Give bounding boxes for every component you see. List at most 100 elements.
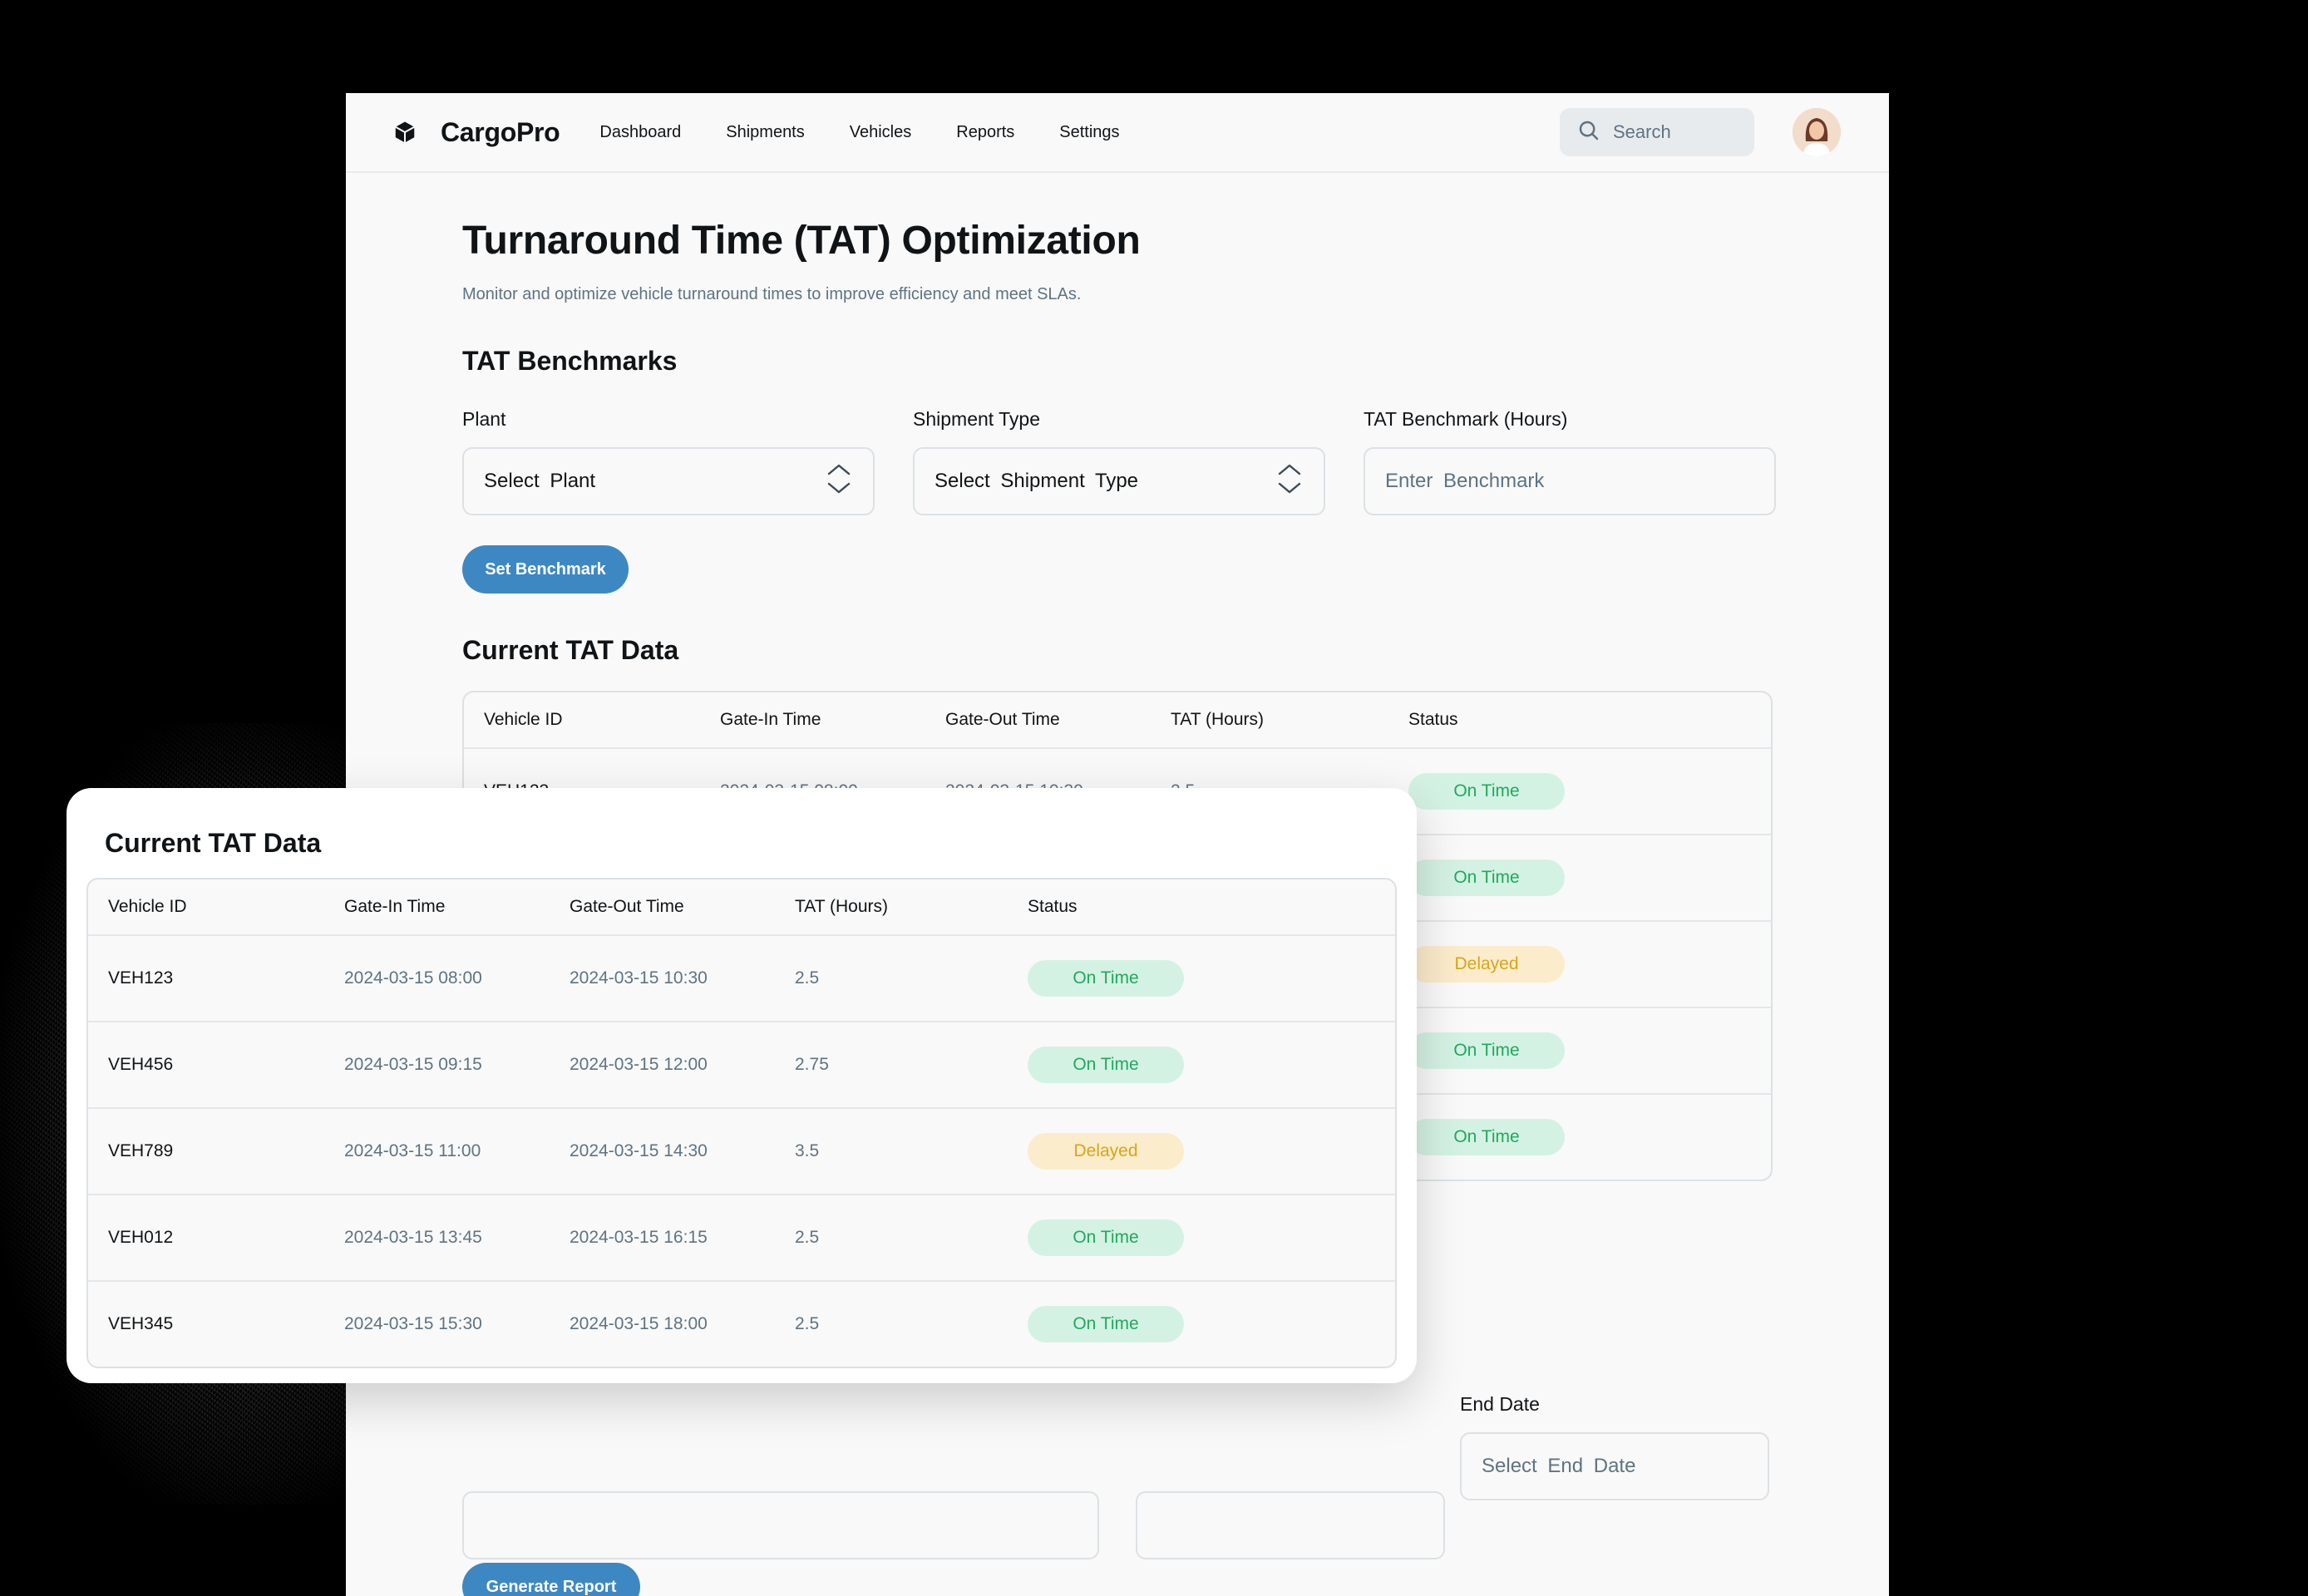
tat-hours-cell: 2.75 bbox=[795, 1055, 829, 1074]
nav-dashboard[interactable]: Dashboard bbox=[599, 123, 681, 142]
plant-select-value: Select Plant bbox=[484, 470, 596, 492]
column-header[interactable]: Vehicle ID bbox=[88, 897, 324, 917]
column-header[interactable]: Gate-In Time bbox=[324, 897, 550, 917]
status-cell: On Time bbox=[1008, 960, 1395, 997]
main-nav: Dashboard Shipments Vehicles Reports Set… bbox=[599, 123, 1119, 142]
gate-in-cell: 2024-03-15 15:30 bbox=[344, 1314, 482, 1333]
column-header[interactable]: Status bbox=[1008, 897, 1395, 917]
current-tat-title: Current TAT Data bbox=[462, 635, 679, 665]
status-badge: On Time bbox=[1408, 1032, 1565, 1069]
gate-in-cell: 2024-03-15 08:00 bbox=[344, 968, 482, 988]
search-input[interactable] bbox=[1613, 121, 1738, 143]
benchmark-hours-field: TAT Benchmark (Hours) Enter Benchmark bbox=[1364, 408, 1776, 515]
user-avatar[interactable] bbox=[1793, 108, 1841, 156]
status-cell: On Time bbox=[1388, 1032, 1771, 1069]
cube-logo-icon bbox=[392, 120, 417, 145]
table-header-row: Vehicle ID Gate-In Time Gate-Out Time TAT (… bbox=[464, 692, 1771, 747]
status-badge: On Time bbox=[1408, 773, 1565, 810]
table-row[interactable]: VEH456 2024-03-15 09:15 2024-03-15 12:00… bbox=[88, 1021, 1395, 1107]
chevron-updown-icon bbox=[825, 462, 853, 501]
nav-vehicles[interactable]: Vehicles bbox=[850, 123, 912, 142]
end-date-placeholder: Select End Date bbox=[1482, 1455, 1636, 1477]
plant-label: Plant bbox=[462, 408, 506, 430]
status-badge: On Time bbox=[1028, 1047, 1184, 1083]
search-box[interactable] bbox=[1560, 108, 1754, 156]
shipment-type-select-value: Select Shipment Type bbox=[935, 470, 1139, 492]
status-cell: On Time bbox=[1008, 1047, 1395, 1083]
status-badge: Delayed bbox=[1408, 946, 1565, 983]
top-navigation-bar: CargoPro Dashboard Shipments Vehicles Re… bbox=[346, 93, 1889, 173]
vehicle-id-cell: VEH456 bbox=[108, 1055, 174, 1074]
gate-out-cell: 2024-03-15 16:15 bbox=[570, 1228, 708, 1247]
plant-field: Plant Select Plant bbox=[462, 408, 875, 515]
status-cell: Delayed bbox=[1008, 1133, 1395, 1170]
table-header-row: Vehicle ID Gate-In Time Gate-Out Time TAT (… bbox=[88, 879, 1395, 934]
end-date-label: End Date bbox=[1460, 1393, 1540, 1415]
table-row[interactable]: VEH012 2024-03-15 13:45 2024-03-15 16:15… bbox=[88, 1194, 1395, 1280]
shipment-type-label: Shipment Type bbox=[913, 408, 1041, 430]
set-benchmark-button[interactable]: Set Benchmark bbox=[462, 545, 629, 594]
benchmark-hours-input[interactable]: Enter Benchmark bbox=[1364, 447, 1776, 515]
column-header[interactable]: Gate-Out Time bbox=[550, 897, 775, 917]
gate-out-cell: 2024-03-15 12:00 bbox=[570, 1055, 708, 1074]
table-row[interactable]: VEH345 2024-03-15 15:30 2024-03-15 18:00… bbox=[88, 1280, 1395, 1367]
status-badge: Delayed bbox=[1028, 1133, 1184, 1170]
page-subtitle: Monitor and optimize vehicle turnaround … bbox=[462, 285, 1082, 303]
gate-out-cell: 2024-03-15 10:30 bbox=[570, 968, 708, 988]
gate-in-cell: 2024-03-15 09:15 bbox=[344, 1055, 482, 1074]
tat-data-popup-card: Current TAT Data Vehicle ID Gate-In Time G… bbox=[67, 788, 1417, 1383]
tat-hours-cell: 2.5 bbox=[795, 1314, 820, 1333]
popup-tat-table: Vehicle ID Gate-In Time Gate-Out Time TAT (… bbox=[86, 878, 1397, 1368]
tat-hours-cell: 2.5 bbox=[795, 1228, 820, 1247]
status-badge: On Time bbox=[1408, 860, 1565, 896]
gate-in-cell: 2024-03-15 11:00 bbox=[344, 1141, 481, 1160]
status-cell: Delayed bbox=[1388, 946, 1771, 983]
search-icon bbox=[1576, 118, 1601, 147]
table-row[interactable]: VEH789 2024-03-15 11:00 2024-03-15 14:30… bbox=[88, 1107, 1395, 1194]
shipment-type-field: Shipment Type Select Shipment Type bbox=[913, 408, 1325, 515]
tat-hours-cell: 2.5 bbox=[795, 968, 820, 988]
end-date-field: End Date Select End Date bbox=[1460, 1393, 1769, 1500]
end-date-input[interactable]: Select End Date bbox=[1460, 1432, 1769, 1500]
column-header[interactable]: TAT (Hours) bbox=[775, 897, 1008, 917]
column-header[interactable]: Gate-Out Time bbox=[925, 710, 1151, 730]
brand-name: CargoPro bbox=[441, 116, 560, 147]
report-type-select[interactable] bbox=[462, 1491, 1099, 1559]
nav-settings[interactable]: Settings bbox=[1059, 123, 1119, 142]
vehicle-id-cell: VEH123 bbox=[108, 968, 174, 988]
vehicle-id-cell: VEH789 bbox=[108, 1141, 174, 1160]
status-cell: On Time bbox=[1388, 773, 1771, 810]
status-badge: On Time bbox=[1028, 1219, 1184, 1256]
benchmarks-title: TAT Benchmarks bbox=[462, 346, 678, 376]
benchmark-form: Plant Select Plant Shipment Type Select … bbox=[462, 408, 1889, 515]
status-badge: On Time bbox=[1028, 960, 1184, 997]
chevron-updown-icon bbox=[1275, 462, 1304, 501]
plant-select[interactable]: Select Plant bbox=[462, 447, 875, 515]
column-header[interactable]: Status bbox=[1388, 710, 1771, 730]
column-header[interactable]: Vehicle ID bbox=[464, 710, 700, 730]
page-title: Turnaround Time (TAT) Optimization bbox=[462, 219, 1141, 263]
gate-out-cell: 2024-03-15 18:00 bbox=[570, 1314, 708, 1333]
start-date-input[interactable] bbox=[1136, 1491, 1445, 1559]
status-cell: On Time bbox=[1008, 1219, 1395, 1256]
gate-in-cell: 2024-03-15 13:45 bbox=[344, 1228, 482, 1247]
vehicle-id-cell: VEH345 bbox=[108, 1314, 174, 1333]
nav-shipments[interactable]: Shipments bbox=[726, 123, 805, 142]
nav-reports[interactable]: Reports bbox=[956, 123, 1014, 142]
popup-title: Current TAT Data bbox=[105, 828, 322, 858]
benchmark-hours-label: TAT Benchmark (Hours) bbox=[1364, 408, 1568, 430]
generate-report-button[interactable]: Generate Report bbox=[462, 1563, 640, 1596]
table-row[interactable]: VEH123 2024-03-15 08:00 2024-03-15 10:30… bbox=[88, 934, 1395, 1021]
status-cell: On Time bbox=[1388, 860, 1771, 896]
shipment-type-select[interactable]: Select Shipment Type bbox=[913, 447, 1325, 515]
status-cell: On Time bbox=[1008, 1306, 1395, 1342]
status-cell: On Time bbox=[1388, 1119, 1771, 1155]
tat-hours-cell: 3.5 bbox=[795, 1141, 820, 1160]
column-header[interactable]: TAT (Hours) bbox=[1151, 710, 1388, 730]
gate-out-cell: 2024-03-15 14:30 bbox=[570, 1141, 708, 1160]
status-badge: On Time bbox=[1408, 1119, 1565, 1155]
vehicle-id-cell: VEH012 bbox=[108, 1228, 174, 1247]
benchmark-hours-placeholder: Enter Benchmark bbox=[1385, 470, 1545, 492]
column-header[interactable]: Gate-In Time bbox=[700, 710, 925, 730]
status-badge: On Time bbox=[1028, 1306, 1184, 1342]
